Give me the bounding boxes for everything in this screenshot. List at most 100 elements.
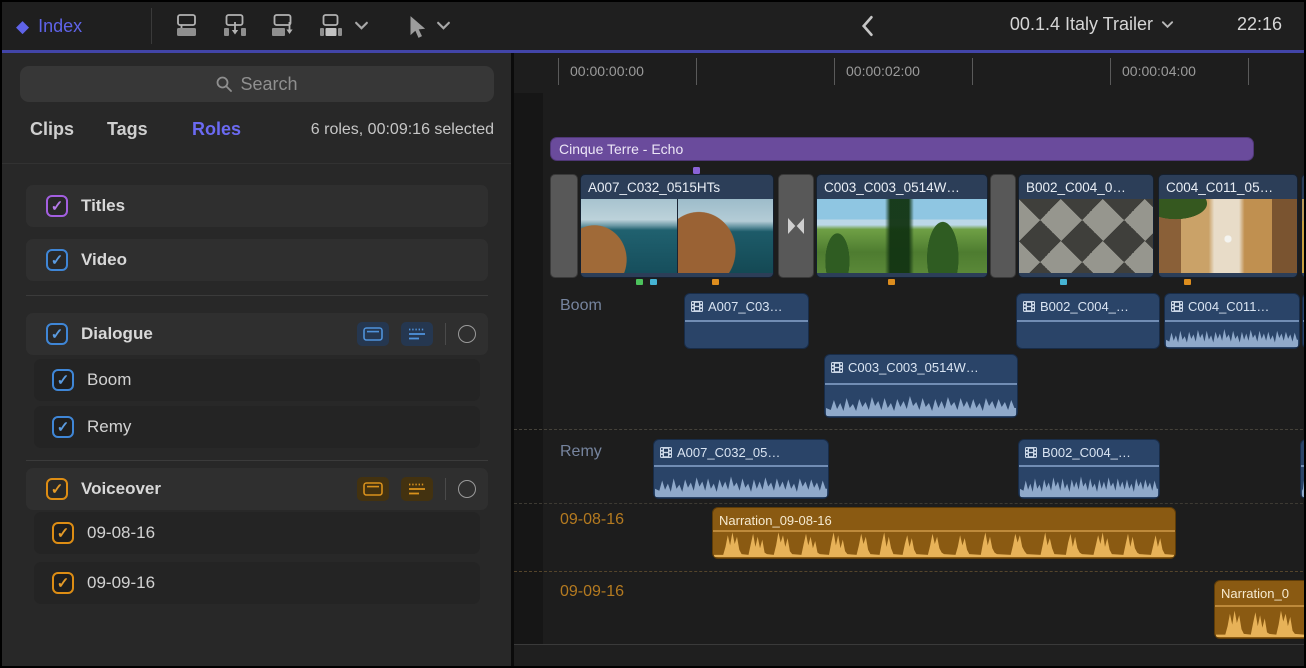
role-row-remy[interactable]: Remy (34, 406, 480, 448)
checkbox-titles[interactable] (46, 195, 68, 217)
audio-clip-boom-c004[interactable]: C004_C011… (1164, 293, 1300, 349)
lane-separator (514, 429, 1306, 430)
video-clip-partial[interactable] (1301, 174, 1306, 278)
index-tabs: Clips Tags Roles 6 roles, 00:09:16 selec… (2, 113, 511, 153)
role-row-09-08-16[interactable]: 09-08-16 (34, 512, 480, 554)
filmstrip-icon (1025, 447, 1037, 458)
video-thumbnail (817, 199, 987, 273)
audio-clip-remy-a007[interactable]: A007_C032_05… (653, 439, 829, 499)
filmstrip-icon (1023, 301, 1035, 312)
role-label-voiceover: Voiceover (81, 479, 161, 499)
audio-clip-boom-partial[interactable] (1302, 293, 1306, 349)
role-label-titles: Titles (81, 196, 125, 216)
tab-tags[interactable]: Tags (107, 119, 148, 140)
final-cut-pro-window: ◆ Index 00.1.4 Italy Trailer (0, 0, 1306, 668)
transition-icon (785, 215, 807, 237)
role-label-remy: Remy (87, 417, 131, 437)
connection-marker (888, 279, 895, 285)
video-thumbnail (1159, 199, 1297, 273)
timeline-prestart-area (514, 93, 543, 645)
append-clip-button[interactable] (270, 13, 296, 39)
audio-clip-narration-09-09-16[interactable]: Narration_0 (1214, 580, 1306, 639)
overwrite-clip-button[interactable] (318, 13, 344, 39)
checkbox-09-08-16[interactable] (52, 522, 74, 544)
section-divider (26, 295, 488, 296)
transition-clip[interactable] (990, 174, 1016, 278)
role-label-boom: Boom (87, 370, 131, 390)
role-row-dialogue[interactable]: Dialogue (26, 313, 488, 355)
expand-lanes-button[interactable] (401, 477, 433, 501)
transition-clip[interactable] (550, 174, 578, 278)
search-input[interactable]: Search (20, 66, 494, 102)
timeline-back-button[interactable] (860, 15, 876, 37)
role-row-video[interactable]: Video (26, 239, 488, 281)
role-row-voiceover[interactable]: Voiceover (26, 468, 488, 510)
connection-marker (636, 279, 643, 285)
audio-clip-remy-partial[interactable] (1300, 439, 1306, 499)
transition-clip[interactable] (778, 174, 814, 278)
role-row-boom[interactable]: Boom (34, 359, 480, 401)
lane-label-remy: Remy (560, 443, 602, 461)
selection-summary: 6 roles, 00:09:16 selected (311, 121, 494, 139)
role-row-titles[interactable]: Titles (26, 185, 488, 227)
audio-clip-narration-09-08-16[interactable]: Narration_09-08-16 (712, 507, 1176, 559)
tab-clips[interactable]: Clips (30, 119, 74, 140)
insert-clip-button[interactable] (222, 13, 248, 39)
index-label: Index (38, 16, 82, 37)
video-clip-c004[interactable]: C004_C011_05… (1158, 174, 1298, 278)
role-label-09-09-16: 09-09-16 (87, 573, 155, 593)
focus-voiceover-button[interactable] (458, 480, 476, 498)
filmstrip-icon (691, 301, 703, 312)
audio-clip-remy-b002[interactable]: B002_C004_… (1018, 439, 1160, 499)
checkbox-boom[interactable] (52, 369, 74, 391)
search-placeholder: Search (240, 74, 297, 95)
edit-tools-chevron-icon[interactable] (354, 18, 369, 33)
collapse-lanes-button[interactable] (357, 322, 389, 346)
tool-menu-chevron-icon[interactable] (436, 18, 451, 33)
connect-clip-button[interactable] (174, 13, 200, 39)
index-diamond-icon: ◆ (16, 18, 29, 35)
audio-clip-boom-a007[interactable]: A007_C03… (684, 293, 809, 349)
checkbox-09-09-16[interactable] (52, 572, 74, 594)
ruler-tick (558, 58, 559, 85)
connection-marker (1060, 279, 1067, 285)
project-title-dropdown[interactable]: 00.1.4 Italy Trailer (1010, 14, 1174, 35)
title-clip-cinque-terre[interactable]: Cinque Terre - Echo (550, 137, 1254, 161)
audio-clip-boom-c003[interactable]: C003_C003_0514W… (824, 354, 1018, 418)
collapse-lanes-button[interactable] (357, 477, 389, 501)
video-thumbnail (1019, 199, 1153, 273)
ruler-tick (834, 58, 835, 85)
project-title: 00.1.4 Italy Trailer (1010, 14, 1153, 35)
controls-divider (445, 478, 446, 500)
checkbox-video[interactable] (46, 249, 68, 271)
project-duration: 22:16 (1237, 14, 1282, 35)
checkbox-dialogue[interactable] (46, 323, 68, 345)
video-clip-b002[interactable]: B002_C004_0… (1018, 174, 1154, 278)
filmstrip-icon (831, 362, 843, 373)
ruler-tick (1110, 58, 1111, 85)
timeline-bottom-strip (514, 645, 1306, 668)
lane-separator (514, 571, 1306, 572)
video-clip-a007[interactable]: A007_C032_0515HTs (580, 174, 774, 278)
index-button[interactable]: ◆ Index (16, 11, 82, 41)
role-row-09-09-16[interactable]: 09-09-16 (34, 562, 480, 604)
checkbox-voiceover[interactable] (46, 478, 68, 500)
clip-marker[interactable] (693, 167, 700, 174)
ruler-tick (972, 58, 973, 85)
focus-dialogue-button[interactable] (458, 325, 476, 343)
video-clip-c003[interactable]: C003_C003_0514W… (816, 174, 988, 278)
tab-roles[interactable]: Roles (192, 119, 241, 140)
timecode-ruler[interactable]: 00:00:00:00 00:00:02:00 00:00:04:00 (514, 53, 1306, 93)
timeline: 00:00:00:00 00:00:02:00 00:00:04:00 Cinq… (514, 53, 1306, 668)
video-thumbnail (677, 199, 774, 273)
project-chevron-down-icon (1161, 18, 1174, 31)
audio-clip-boom-b002[interactable]: B002_C004_… (1016, 293, 1160, 349)
role-label-video: Video (81, 250, 127, 270)
ruler-label: 00:00:00:00 (570, 63, 644, 79)
toolbar: ◆ Index 00.1.4 Italy Trailer (2, 2, 1304, 50)
lane-label-boom: Boom (560, 297, 602, 315)
checkbox-remy[interactable] (52, 416, 74, 438)
select-tool-button[interactable] (404, 14, 430, 40)
ruler-tick (1248, 58, 1249, 85)
expand-lanes-button[interactable] (401, 322, 433, 346)
